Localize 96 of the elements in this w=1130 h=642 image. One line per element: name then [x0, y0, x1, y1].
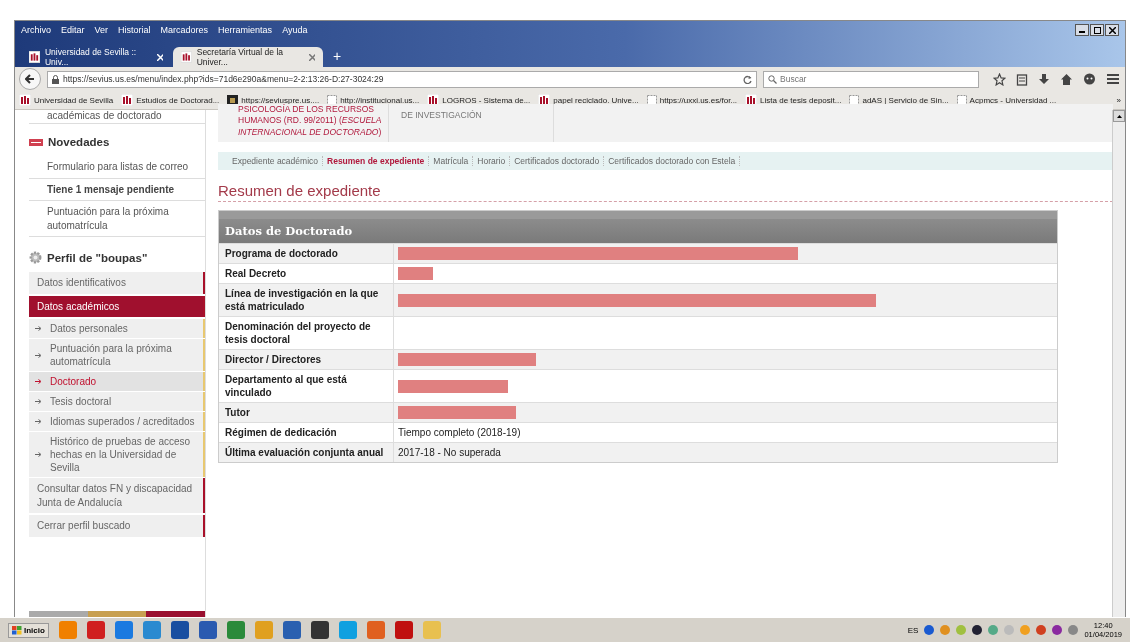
search-icon [768, 74, 777, 84]
field-label: Última evaluación conjunta anual [219, 443, 394, 462]
menu-item[interactable]: Ayuda [282, 25, 308, 35]
taskbar-app-icon[interactable] [198, 621, 217, 639]
back-button[interactable] [19, 68, 41, 90]
sidebar-link[interactable]: Formulario para listas de correo [29, 156, 205, 179]
arrow-icon [35, 326, 42, 331]
sidebar-link[interactable]: Puntuación para la próxima automatrícula [29, 201, 205, 237]
bookmark-link[interactable]: https://seviuspre.us.... [241, 95, 320, 105]
search-box[interactable]: Buscar [763, 70, 979, 88]
sidebar-link[interactable]: Tiene 1 mensaje pendiente [29, 178, 205, 201]
chat-icon[interactable] [1083, 72, 1096, 86]
arrow-icon [35, 452, 42, 457]
menu-item[interactable]: Historial [118, 25, 151, 35]
site-favicon-icon [227, 94, 239, 106]
sidebar-submenu-item[interactable]: Puntuación para la próxima automatrícula [29, 339, 205, 371]
bookmark-link[interactable]: Estudios de Doctorad... [136, 95, 220, 105]
sidebar-submenu-item[interactable]: Doctorado [29, 372, 205, 391]
tray-icon[interactable] [972, 625, 983, 635]
browser-tab[interactable]: Secretaría Virtual de la Univer... [173, 47, 323, 67]
field-label: Programa de doctorado [219, 244, 394, 263]
close-icon [1108, 26, 1116, 34]
field-label: Tutor [219, 403, 394, 422]
program-name: PSICOLOGÍA DE LOS RECURSOS HUMANOS (RD. 99/2011) (ESCUELA INTERNACIONAL DE DOCTORADO) [218, 104, 389, 142]
taskbar-app-icon[interactable] [394, 621, 413, 639]
arrow-icon [35, 352, 42, 358]
language-indicator[interactable]: ES [907, 625, 919, 635]
field-label: Director / Directores [219, 350, 394, 369]
university-logo-icon [121, 94, 134, 106]
bookmark-link[interactable]: Lista de tesis deposit... [760, 95, 842, 105]
taskbar-app-icon[interactable] [170, 621, 189, 639]
page-tab[interactable]: Horario [473, 156, 511, 166]
section-title: Novedades [48, 136, 110, 148]
sidebar-submenu-item[interactable]: Histórico de pruebas de acceso hechas en la Universidad de Sevilla [29, 432, 205, 477]
close-button[interactable] [1105, 24, 1119, 36]
menu-item[interactable]: Herramientas [218, 25, 273, 35]
bookmark-link[interactable]: Acpmcs - Universidad ... [969, 95, 1057, 105]
start-button[interactable]: Inicio [8, 622, 49, 638]
field-value: Tiempo completo (2018-19) [398, 427, 521, 438]
star-icon[interactable] [993, 72, 1006, 86]
section-title: Perfil de "boupas" [47, 251, 148, 264]
bookmark-link[interactable]: https://uxxi.us.es/for... [659, 95, 738, 105]
table-title: Datos de Doctorado [219, 211, 1057, 243]
more-bookmarks-button[interactable]: » [1116, 95, 1121, 105]
page-tab[interactable]: Resumen de expediente [323, 156, 430, 166]
university-logo-icon [19, 94, 31, 106]
page-tab[interactable]: Certificados doctorado con Estela [604, 156, 741, 166]
field-label: Línea de investigación en la que está matriculado [219, 284, 394, 316]
university-logo-icon [181, 51, 192, 63]
taskbar-app-icon[interactable] [282, 621, 301, 639]
arrow-icon [35, 379, 42, 384]
home-icon[interactable] [1060, 72, 1073, 86]
windows-logo-icon [12, 625, 22, 635]
arrow-icon [35, 399, 42, 404]
bookmark-link[interactable]: http://institucional.us... [340, 95, 420, 105]
bookmark-link[interactable]: LOGROS - Sistema de... [442, 95, 531, 105]
menu-icon[interactable] [1106, 72, 1120, 85]
address-bar[interactable]: https://sevius.us.es/menu/index.php?ids=71d6e290a&menu=2-2:13:26-D:27-3024:29 [47, 70, 757, 88]
taskbar-app-icon[interactable] [86, 621, 105, 639]
menu-item[interactable]: Ver [94, 25, 109, 35]
sidebar-menu-item[interactable]: Consultar datos FN y discapacidad Junta de Andalucía [29, 478, 205, 513]
arrow-icon [35, 419, 42, 424]
gear-icon [29, 251, 42, 264]
menu-item[interactable]: Editar [61, 25, 85, 35]
university-logo-icon [29, 51, 40, 63]
menu-item[interactable]: Archivo [21, 25, 51, 35]
minimize-button[interactable] [1075, 24, 1089, 36]
sidebar-menu-item[interactable]: Datos identificativos [29, 272, 205, 294]
lock-icon [52, 74, 59, 84]
sidebar-submenu-item[interactable]: Tesis doctoral [29, 392, 205, 411]
sidebar-submenu-item[interactable]: Idiomas superados / acreditados [29, 412, 205, 431]
new-badge-icon [29, 138, 43, 146]
up-triangle-icon [1116, 114, 1122, 118]
redaction-bar [398, 267, 433, 280]
scroll-up-button[interactable] [1113, 110, 1125, 122]
back-arrow-icon [25, 74, 35, 84]
maximize-button[interactable] [1090, 24, 1104, 36]
reload-icon[interactable] [743, 74, 752, 84]
bookmark-link[interactable]: Universidad de Sevilla [34, 95, 114, 105]
menu-item[interactable]: Marcadores [160, 25, 209, 35]
page-tab[interactable]: Matrícula [429, 156, 474, 166]
sidebar-link[interactable]: académicas de doctorado [29, 110, 205, 124]
sidebar-submenu-item[interactable]: Datos personales [29, 319, 205, 338]
page-tab[interactable]: Expediente académico [228, 156, 323, 166]
browser-tab[interactable]: Universidad de Sevilla :: Univ... [21, 47, 171, 67]
taskbar-app-icon[interactable] [310, 621, 329, 639]
new-tab-button[interactable]: + [325, 48, 350, 64]
field-value: 2017-18 - No superada [398, 447, 501, 458]
tray-icon[interactable] [1052, 625, 1063, 635]
maximize-icon [1093, 26, 1101, 34]
header-text: DE INVESTIGACIÓN [389, 104, 554, 142]
sidebar-menu-item[interactable]: Datos académicos [29, 295, 205, 317]
page-tab[interactable]: Certificados doctorado [510, 156, 605, 166]
sidebar-menu-item[interactable]: Cerrar perfil buscado [29, 515, 205, 537]
clipboard-icon[interactable] [1016, 72, 1028, 86]
download-icon[interactable] [1038, 72, 1050, 86]
